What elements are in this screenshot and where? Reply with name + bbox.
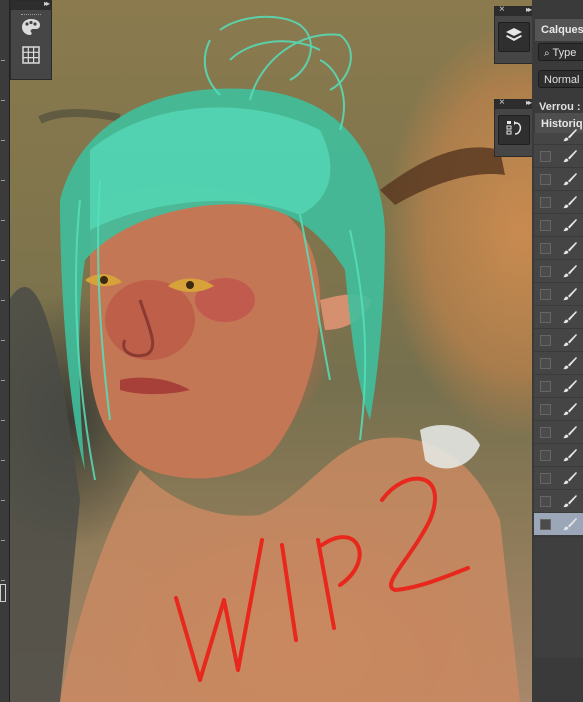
layers-icon [505, 27, 523, 48]
history-dock-column: × ▸▸ [494, 97, 534, 157]
layers-dock-column: × ▸▸ [494, 4, 534, 64]
history-snapshot-checkbox[interactable] [540, 289, 551, 300]
history-row[interactable] [534, 398, 583, 421]
close-icon[interactable]: × [499, 97, 505, 108]
history-snapshot-checkbox[interactable] [540, 151, 551, 162]
history-snapshot-checkbox[interactable] [540, 312, 551, 323]
brush-icon [562, 333, 578, 352]
history-row[interactable] [534, 329, 583, 352]
history-row[interactable] [534, 237, 583, 260]
brush-icon [562, 287, 578, 306]
brush-icon [562, 218, 578, 237]
history-snapshot-checkbox[interactable] [540, 174, 551, 185]
history-row[interactable] [534, 283, 583, 306]
collapse-arrows-icon[interactable]: ▸▸ [526, 98, 532, 107]
lock-label: Verrou : [539, 101, 581, 113]
brush-icon [562, 149, 578, 168]
history-snapshot-checkbox[interactable] [540, 335, 551, 346]
collapse-arrows-icon[interactable]: ▸▸ [526, 5, 532, 14]
history-snapshot-checkbox[interactable] [540, 243, 551, 254]
history-row[interactable] [534, 352, 583, 375]
blend-mode-select[interactable]: Normal [538, 70, 583, 88]
history-row[interactable] [534, 191, 583, 214]
collapse-arrows-icon[interactable]: ▸▸ [44, 0, 50, 8]
history-row[interactable] [534, 129, 583, 145]
history-row[interactable] [534, 145, 583, 168]
history-snapshot-checkbox[interactable] [540, 404, 551, 415]
history-row[interactable] [534, 306, 583, 329]
history-row[interactable] [534, 375, 583, 398]
layers-panel-button[interactable] [498, 22, 530, 52]
brush-icon [562, 310, 578, 329]
brush-icon [562, 241, 578, 260]
history-snapshot-checkbox[interactable] [540, 519, 551, 530]
brush-icon [562, 402, 578, 421]
history-panel-button[interactable] [498, 115, 530, 145]
history-snapshot-checkbox[interactable] [540, 427, 551, 438]
history-snapshot-checkbox[interactable] [540, 220, 551, 231]
history-row[interactable] [534, 467, 583, 490]
history-row[interactable] [534, 168, 583, 191]
history-snapshot-checkbox[interactable] [540, 266, 551, 277]
grid-icon[interactable] [19, 44, 43, 66]
brush-icon [562, 356, 578, 375]
close-icon[interactable]: × [499, 4, 505, 15]
history-empty-area [534, 538, 583, 658]
tab-calques[interactable]: Calques [535, 19, 583, 41]
brush-icon [562, 172, 578, 191]
search-icon: ⌕ [544, 48, 550, 59]
color-swatch[interactable] [0, 584, 6, 602]
brush-icon [562, 379, 578, 398]
brush-icon [562, 471, 578, 490]
history-snapshot-checkbox[interactable] [540, 473, 551, 484]
history-snapshot-checkbox[interactable] [540, 197, 551, 208]
history-row[interactable] [534, 490, 583, 513]
history-snapshot-checkbox[interactable] [540, 381, 551, 392]
brush-icon [562, 195, 578, 214]
brush-icon [562, 494, 578, 513]
brush-icon [562, 448, 578, 467]
palette-icon[interactable] [19, 16, 43, 38]
history-row[interactable] [534, 513, 583, 536]
history-row[interactable] [534, 421, 583, 444]
history-row[interactable] [534, 260, 583, 283]
search-filter-label: Type [552, 47, 577, 59]
left-tools-bar[interactable] [0, 0, 10, 702]
history-snapshot-checkbox[interactable] [540, 450, 551, 461]
history-snapshot-checkbox[interactable] [540, 358, 551, 369]
history-snapshot-checkbox[interactable] [540, 496, 551, 507]
brush-icon [562, 517, 578, 536]
history-row[interactable] [534, 214, 583, 237]
history-row[interactable] [534, 444, 583, 467]
brush-icon [562, 264, 578, 283]
tool-presets-panel: ▸▸ [10, 0, 52, 80]
history-list [534, 129, 583, 658]
brush-icon [562, 425, 578, 444]
history-icon [505, 119, 523, 142]
layer-search-filter[interactable]: ⌕ Type [538, 43, 583, 61]
